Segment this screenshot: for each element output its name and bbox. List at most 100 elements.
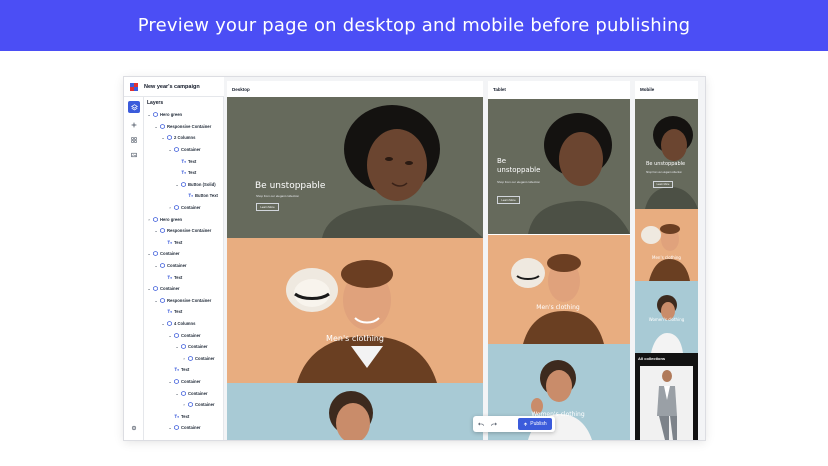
layer-row[interactable]: ⌄ Responsive Container bbox=[144, 121, 223, 133]
mobile-mens-card[interactable]: Men's clothing bbox=[635, 209, 698, 281]
layer-row[interactable]: ⌄ 2 Columns bbox=[144, 132, 223, 144]
layer-row[interactable]: ⌄ 4 Columns bbox=[144, 318, 223, 330]
layer-row[interactable]: Text bbox=[144, 364, 223, 376]
layer-label: Hero green bbox=[160, 216, 183, 222]
layer-label: Hero green bbox=[160, 112, 183, 118]
layer-row[interactable]: › Container bbox=[144, 399, 223, 411]
editor-topbar: New year's campaign bbox=[124, 77, 224, 97]
desktop-hero-subtitle: Shop from our elegant collection bbox=[256, 194, 300, 198]
layer-row[interactable]: ⌄ Button (Solid) bbox=[144, 179, 223, 191]
layer-label: Container bbox=[195, 355, 215, 361]
layer-row[interactable]: Text bbox=[144, 167, 223, 179]
layer-row[interactable]: ⌄ Responsive Container bbox=[144, 295, 223, 307]
layer-row[interactable]: ⌄ Container bbox=[144, 260, 223, 272]
layer-label: Text bbox=[188, 170, 197, 176]
mobile-collections-section[interactable]: All collections bbox=[635, 353, 698, 440]
project-title[interactable]: New year's campaign bbox=[144, 84, 200, 90]
layer-label: Text bbox=[174, 309, 183, 315]
mobile-hero-section[interactable]: Be unstoppable Shop from our elegant col… bbox=[635, 99, 698, 209]
component-layer-icon bbox=[159, 263, 165, 269]
layer-row[interactable]: ⌄ Hero green bbox=[144, 109, 223, 121]
mobile-frame-label: Mobile bbox=[635, 81, 698, 97]
component-layer-icon bbox=[152, 216, 158, 222]
desktop-hero-section[interactable]: Be unstoppable Shop from our elegant col… bbox=[227, 97, 483, 238]
layer-label: Text bbox=[181, 367, 190, 373]
text-layer-icon bbox=[180, 170, 186, 176]
component-layer-icon bbox=[180, 390, 186, 396]
layer-label: 2 Columns bbox=[174, 135, 196, 141]
tablet-hero-section[interactable]: Be unstoppable Shop from our elegant col… bbox=[488, 99, 630, 234]
layer-label: Container bbox=[160, 251, 180, 257]
layer-label: Button Text bbox=[195, 193, 218, 199]
layer-label: Responsive Container bbox=[167, 297, 212, 303]
layer-row[interactable]: Text bbox=[144, 237, 223, 249]
component-layer-icon bbox=[159, 297, 165, 303]
tablet-mens-portrait-image bbox=[511, 254, 604, 344]
desktop-frame: Desktop Be unstoppable Shop from our ele… bbox=[227, 81, 483, 440]
layer-row[interactable]: › Hero green bbox=[144, 213, 223, 225]
womens-portrait-image bbox=[329, 391, 373, 440]
component-layer-icon bbox=[173, 147, 179, 153]
tablet-hero-button[interactable]: Learn More bbox=[497, 196, 520, 204]
layer-label: Text bbox=[188, 158, 197, 164]
layer-row[interactable]: › Container bbox=[144, 202, 223, 214]
tool-rail bbox=[124, 97, 144, 440]
tablet-mens-card[interactable]: Men's clothing bbox=[488, 235, 630, 344]
layer-row[interactable]: Text bbox=[144, 155, 223, 167]
banner-headline: Preview your page on desktop and mobile … bbox=[137, 15, 691, 36]
layer-row[interactable]: ⌄ Responsive Container bbox=[144, 225, 223, 237]
layer-row[interactable]: ⌄ Container bbox=[144, 376, 223, 388]
tablet-frame: Tablet Be unstoppable Shop from our eleg… bbox=[488, 81, 630, 440]
layer-row[interactable]: ⌄ Container bbox=[144, 422, 223, 434]
text-layer-icon bbox=[187, 193, 193, 199]
layer-row[interactable]: ⌄ Container bbox=[144, 144, 223, 156]
undo-icon[interactable] bbox=[476, 419, 486, 429]
mobile-womens-card[interactable]: Women's clothing bbox=[635, 281, 698, 353]
layer-label: Container bbox=[160, 286, 180, 292]
layer-row[interactable]: Text bbox=[144, 306, 223, 318]
publish-icon bbox=[524, 422, 528, 426]
component-layer-icon bbox=[187, 355, 193, 361]
redo-icon[interactable] bbox=[489, 419, 499, 429]
tablet-frame-label: Tablet bbox=[488, 81, 630, 97]
text-layer-icon bbox=[173, 413, 179, 419]
component-layer-icon bbox=[166, 135, 172, 141]
components-icon[interactable] bbox=[128, 134, 140, 146]
mobile-mens-title: Men's clothing bbox=[652, 255, 681, 260]
layer-label: Text bbox=[174, 239, 183, 245]
desktop-mens-card[interactable]: Men's clothing bbox=[227, 238, 483, 383]
layer-label: Button (Solid) bbox=[188, 181, 216, 187]
desktop-hero-button[interactable]: Learn More bbox=[256, 203, 279, 211]
tablet-mens-title: Men's clothing bbox=[536, 304, 580, 311]
layer-row[interactable]: ⌄ Container bbox=[144, 329, 223, 341]
layer-label: Container bbox=[181, 378, 201, 384]
app-logo-icon bbox=[130, 82, 138, 91]
layer-tree: ⌄ Hero green ⌄ Responsive Container ⌄ 2 Colum… bbox=[144, 109, 223, 434]
layer-row[interactable]: ⌄ Container bbox=[144, 248, 223, 260]
mobile-frame: Mobile Be unstoppable Shop from our eleg… bbox=[635, 81, 698, 440]
add-icon[interactable] bbox=[128, 119, 140, 131]
desktop-hero-title: Be unstoppable bbox=[255, 181, 326, 191]
component-layer-icon bbox=[173, 205, 179, 211]
text-layer-icon bbox=[166, 274, 172, 280]
layers-icon[interactable] bbox=[128, 101, 140, 113]
layer-row[interactable]: ⌄ Container bbox=[144, 283, 223, 295]
layers-panel-title: Layers bbox=[147, 100, 164, 106]
layer-row[interactable]: › Container bbox=[144, 352, 223, 364]
mobile-hero-button[interactable]: Learn More bbox=[653, 181, 673, 188]
mobile-hero-subtitle: Shop from our elegant collection bbox=[646, 171, 682, 174]
layer-row[interactable]: Button Text bbox=[144, 190, 223, 202]
layer-row[interactable]: ⌄ Container bbox=[144, 341, 223, 353]
media-icon[interactable] bbox=[128, 149, 140, 161]
layer-row[interactable]: ⌄ Container bbox=[144, 387, 223, 399]
collections-image bbox=[640, 366, 693, 440]
component-layer-icon bbox=[152, 112, 158, 118]
desktop-womens-card[interactable] bbox=[227, 383, 483, 440]
settings-icon[interactable] bbox=[128, 422, 140, 434]
component-layer-icon bbox=[152, 286, 158, 292]
layer-row[interactable]: Text bbox=[144, 271, 223, 283]
layer-row[interactable]: Text bbox=[144, 410, 223, 422]
publish-button[interactable]: Publish bbox=[518, 418, 552, 430]
editor-window: New year's campaign Layers ⌄ Hero green ⌄ R… bbox=[124, 77, 705, 440]
layer-label: Container bbox=[181, 425, 201, 431]
